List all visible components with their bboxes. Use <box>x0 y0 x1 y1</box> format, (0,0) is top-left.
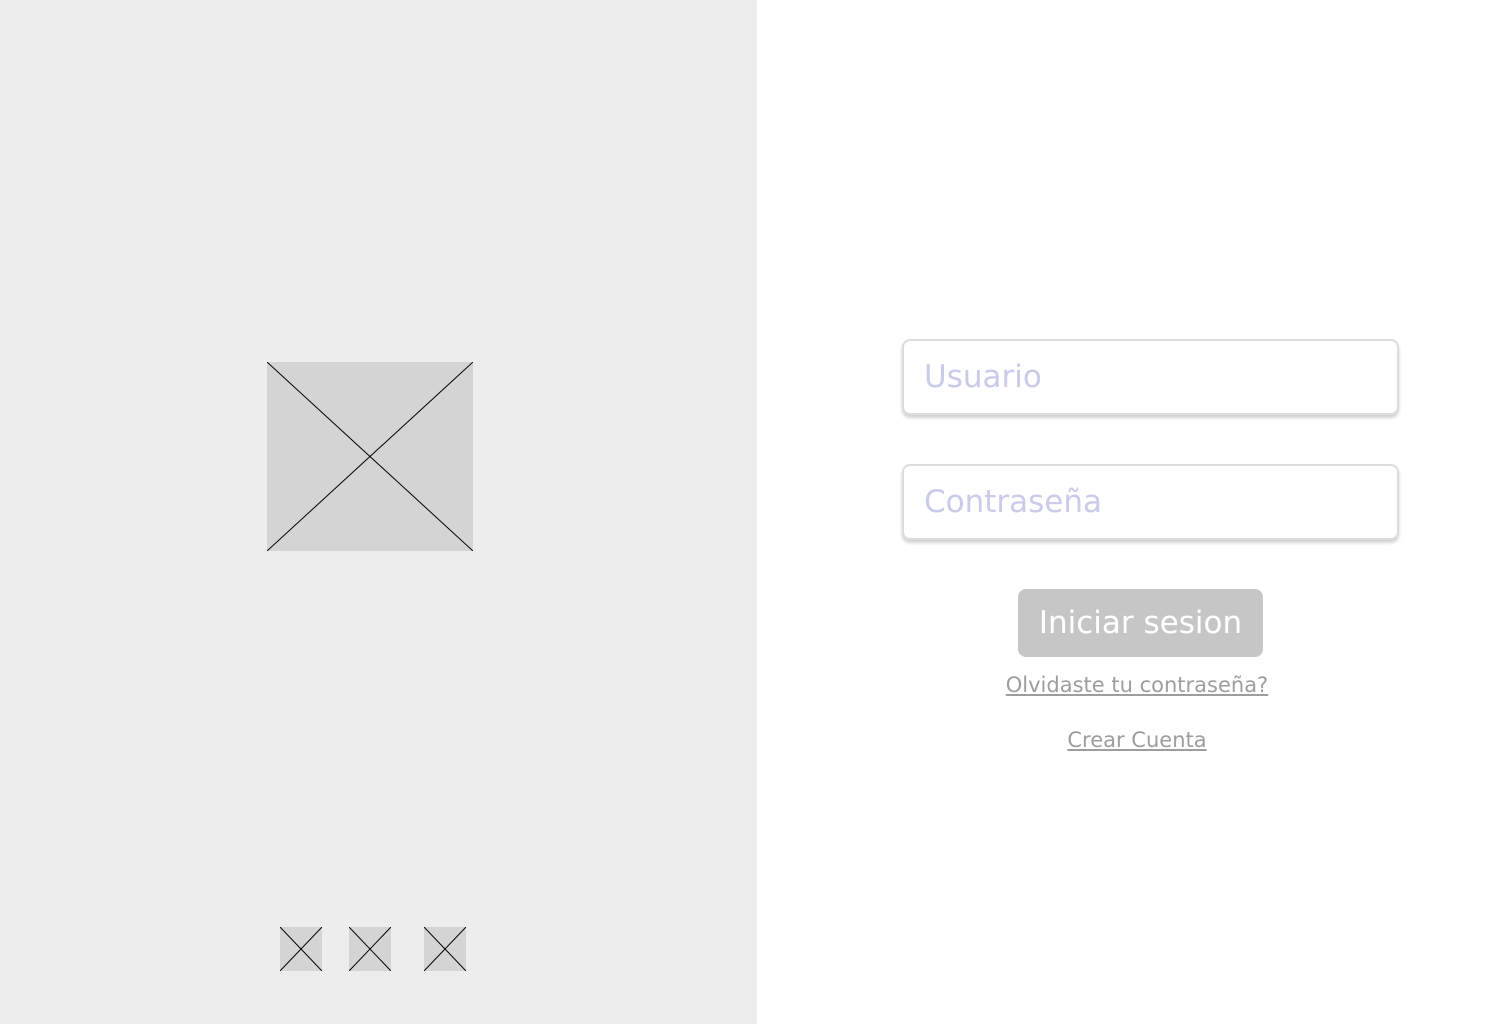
username-input[interactable] <box>904 341 1397 413</box>
carousel-thumbnail-3[interactable] <box>424 927 466 971</box>
hero-image-placeholder <box>267 362 473 551</box>
create-account-row: Crear Cuenta <box>757 728 1512 752</box>
carousel-thumbnail-1[interactable] <box>280 927 322 971</box>
create-account-link[interactable]: Crear Cuenta <box>1067 728 1206 752</box>
forgot-password-link[interactable]: Olvidaste tu contraseña? <box>1006 673 1268 697</box>
carousel-thumbnail-2[interactable] <box>349 927 391 971</box>
username-field <box>902 339 1399 415</box>
login-page: Iniciar sesion Olvidaste tu contraseña? … <box>0 0 1512 1024</box>
image-placeholder-icon <box>267 362 473 551</box>
password-input[interactable] <box>904 466 1397 538</box>
image-placeholder-icon <box>424 927 466 971</box>
forgot-password-row: Olvidaste tu contraseña? <box>757 673 1512 697</box>
login-form-panel: Iniciar sesion Olvidaste tu contraseña? … <box>757 0 1512 1024</box>
login-button[interactable]: Iniciar sesion <box>1018 589 1263 657</box>
image-placeholder-icon <box>349 927 391 971</box>
password-field <box>902 464 1399 540</box>
image-panel <box>0 0 757 1024</box>
image-placeholder-icon <box>280 927 322 971</box>
